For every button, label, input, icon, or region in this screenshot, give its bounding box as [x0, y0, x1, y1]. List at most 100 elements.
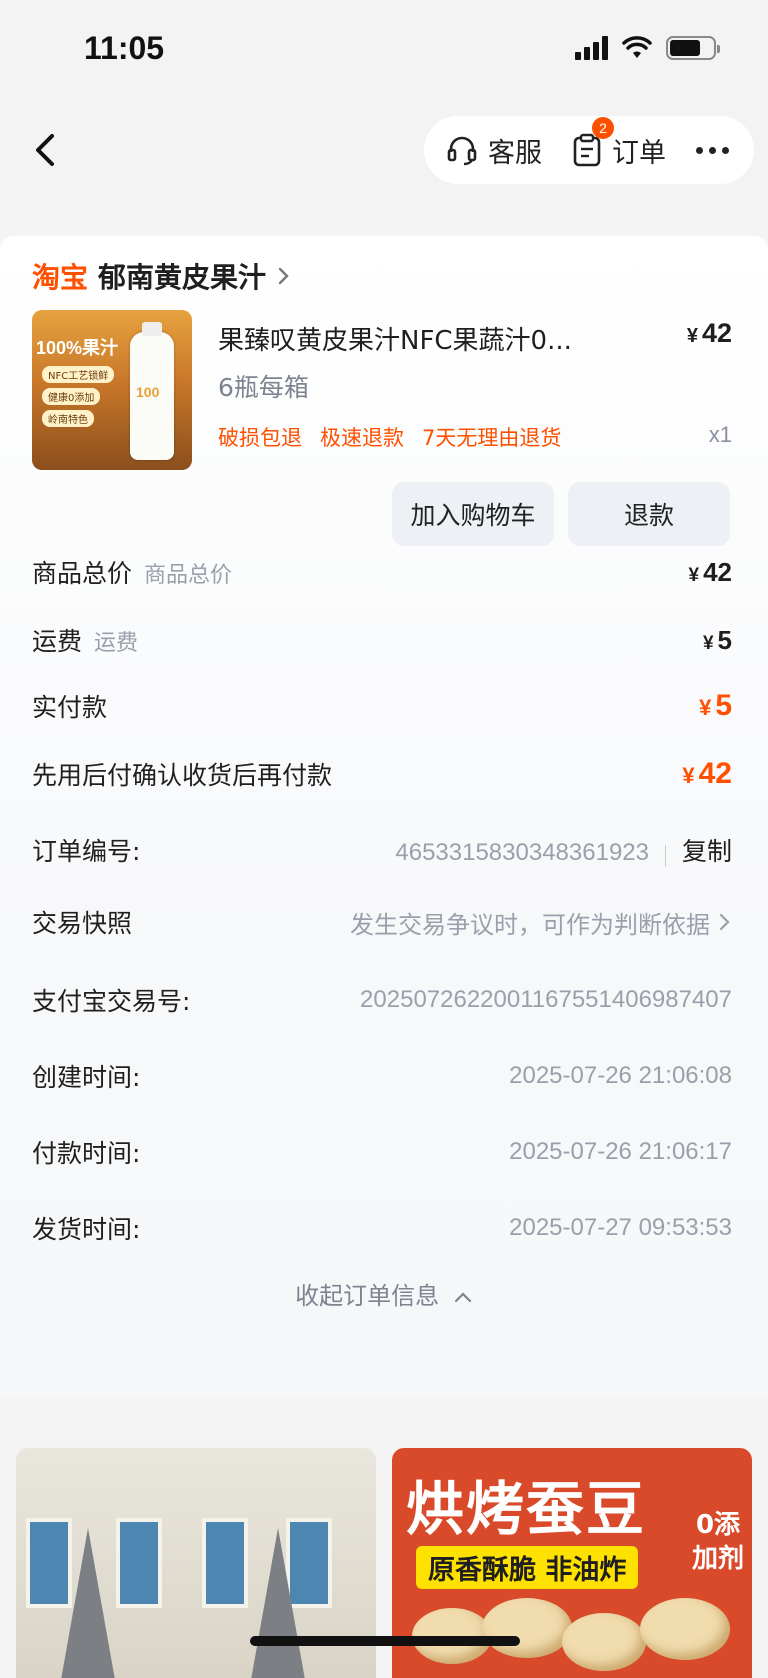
nav-actions-pill: 客服 2 订单 [424, 116, 754, 184]
cone-object [56, 1528, 120, 1678]
product-spec: 6瓶每箱 [218, 373, 309, 402]
pay-later-row: 先用后付确认收货后再付款 ¥42 [32, 756, 732, 792]
order-number-label: 订单编号: [32, 837, 141, 866]
customer-service-label: 客服 [488, 137, 542, 169]
headset-icon [447, 136, 477, 166]
pay-later-amount: 42 [698, 757, 732, 790]
copy-button[interactable]: 复制 [682, 837, 732, 866]
product-image-title: 100%果汁 [36, 338, 119, 358]
paid-amount-row: 实付款 ¥5 [32, 688, 732, 724]
recommendation-subtitle: 原香酥脆 非油炸 [416, 1546, 639, 1589]
shipped-time-label: 发货时间: [32, 1215, 141, 1244]
back-arrow-icon[interactable] [26, 128, 66, 172]
snapshot-label: 交易快照 [32, 909, 133, 938]
shipping-sublabel: 运费 [94, 631, 139, 656]
recommendation-side-label: 0添 加剂 [692, 1508, 744, 1576]
product-image-tag: NFC工艺锁鲜 [42, 366, 115, 383]
snapshot-row[interactable]: 交易快照 发生交易争议时，可作为判断依据 [32, 904, 732, 940]
currency-symbol: ¥ [682, 763, 695, 788]
price-amount: 42 [701, 318, 732, 348]
chevron-right-icon [719, 913, 730, 931]
alipay-number-row: 支付宝交易号: 2025072622001167551406987407 [32, 982, 732, 1018]
status-icons [575, 36, 720, 60]
bean-image [482, 1598, 572, 1658]
juice-bottle: 100 [130, 322, 174, 460]
recommendation-feed: 烘烤蚕豆 原香酥脆 非油炸 0添 加剂 [0, 1398, 768, 1678]
product-image[interactable]: 100%果汁 NFC工艺锁鲜 健康0添加 岭南特色 100 [32, 310, 192, 470]
total-price-value: ¥42 [689, 557, 733, 588]
paid-time-value: 2025-07-26 21:06:17 [509, 1138, 732, 1165]
building-window [202, 1518, 248, 1608]
alipay-number-label: 支付宝交易号: [32, 987, 191, 1016]
created-time-label: 创建时间: [32, 1063, 141, 1092]
total-price-row: 商品总价 商品总价 ¥42 [32, 554, 732, 590]
currency-symbol: ¥ [699, 695, 712, 720]
currency-symbol: ¥ [702, 632, 714, 654]
top-nav: 客服 2 订单 [0, 100, 768, 206]
shipped-time-row: 发货时间: 2025-07-27 09:53:53 [32, 1210, 732, 1246]
service-tag: 7天无理由退货 [422, 426, 562, 450]
order-number-value: 4653315830348361923 [395, 839, 649, 866]
home-indicator[interactable] [250, 1636, 520, 1646]
bean-image [562, 1613, 646, 1671]
service-tags: 破损包退 极速退款 7天无理由退货 [218, 422, 561, 452]
snapshot-hint: 发生交易争议时，可作为判断依据 [350, 911, 710, 939]
side-label-line: 加剂 [691, 1544, 744, 1574]
pay-later-value: ¥42 [682, 757, 732, 791]
bottle-label: 100 [136, 384, 160, 400]
cone-object [246, 1528, 310, 1678]
orders-badge: 2 [592, 116, 614, 139]
product-quantity: x1 [708, 422, 732, 447]
side-label-line: 0添 [695, 1510, 741, 1540]
paid-time-row: 付款时间: 2025-07-26 21:06:17 [32, 1134, 732, 1170]
paid-amount-label: 实付款 [32, 693, 108, 722]
taobao-brand: 淘宝 [32, 261, 89, 294]
shipping-value: ¥5 [703, 625, 732, 656]
add-to-cart-button[interactable]: 加入购物车 [392, 482, 554, 546]
total-price-sublabel: 商品总价 [144, 563, 233, 588]
wifi-icon [622, 36, 652, 58]
total-price-label: 商品总价 [32, 559, 133, 588]
cellular-signal-icon [575, 36, 608, 60]
orders-button[interactable]: 2 订单 [572, 116, 666, 170]
shop-name: 郁南黄皮果汁 [98, 261, 267, 294]
chevron-right-icon [278, 267, 289, 285]
paid-amount-value: ¥5 [699, 689, 732, 723]
battery-icon [666, 36, 720, 60]
created-time-value: 2025-07-26 21:06:08 [509, 1062, 732, 1089]
customer-service-button[interactable]: 客服 [446, 131, 542, 170]
shop-header[interactable]: 淘宝 郁南黄皮果汁 [32, 256, 292, 296]
bean-image [640, 1598, 730, 1660]
collapse-label: 收起订单信息 [295, 1282, 440, 1310]
recommendation-title: 烘烤蚕豆 [406, 1475, 647, 1543]
alipay-number-value: 2025072622001167551406987407 [360, 986, 732, 1013]
paid-amount: 5 [715, 689, 732, 722]
order-number-row: 订单编号: 4653315830348361923 复制 [32, 832, 732, 868]
collapse-order-info-button[interactable]: 收起订单信息 [0, 1276, 768, 1311]
shipped-time-value: 2025-07-27 09:53:53 [509, 1214, 732, 1241]
product-price: ¥42 [687, 318, 732, 349]
order-card: 淘宝 郁南黄皮果汁 100%果汁 NFC工艺锁鲜 健康0添加 岭南特色 100 … [0, 236, 768, 1398]
currency-symbol: ¥ [688, 564, 700, 586]
divider [664, 844, 666, 867]
created-time-row: 创建时间: 2025-07-26 21:06:08 [32, 1058, 732, 1094]
shipping-amount: 5 [717, 624, 732, 655]
paid-time-label: 付款时间: [32, 1139, 141, 1168]
product-image-tag: 健康0添加 [42, 388, 101, 405]
currency-symbol: ¥ [686, 325, 698, 347]
service-tag: 破损包退 [218, 426, 302, 450]
pay-later-label: 先用后付确认收货后再付款 [32, 761, 333, 790]
clock: 11:05 [84, 30, 165, 66]
refund-button[interactable]: 退款 [568, 482, 730, 546]
product-image-tag: 岭南特色 [42, 410, 94, 427]
building-window [116, 1518, 162, 1608]
more-options-icon[interactable] [696, 146, 729, 154]
chevron-up-icon [454, 1292, 471, 1303]
product-title[interactable]: 果臻叹黄皮果汁NFC果蔬汁0... [218, 320, 608, 357]
service-tag: 极速退款 [320, 426, 404, 450]
shipping-row: 运费 运费 ¥5 [32, 622, 732, 658]
shipping-label: 运费 [32, 627, 83, 656]
clipboard-icon [573, 133, 601, 167]
orders-label: 订单 [612, 137, 666, 169]
status-bar: 11:05 [0, 0, 768, 100]
